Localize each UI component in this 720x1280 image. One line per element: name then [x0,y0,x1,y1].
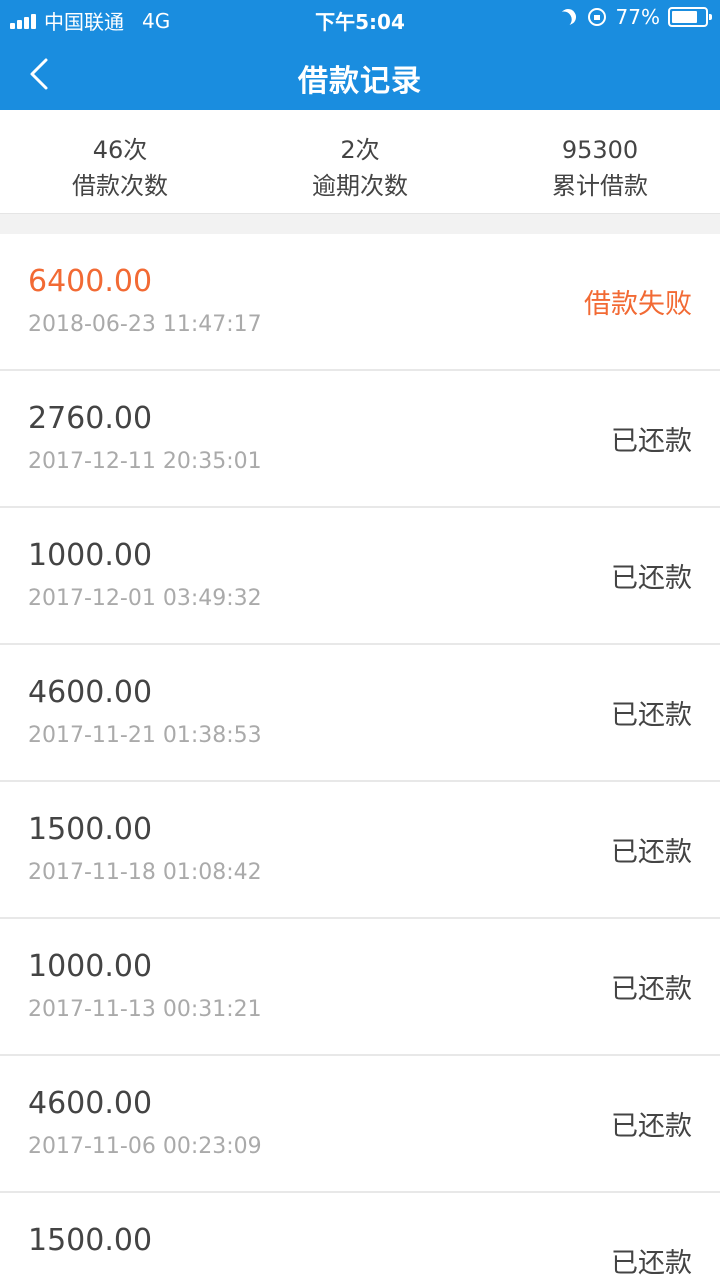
summary-total-amount: 95300 累计借款 [480,132,720,204]
summary-loan-count: 46次 借款次数 [0,132,240,204]
loan-date: 2017-11-06 00:23:09 [28,1134,262,1159]
loan-record-row[interactable]: 1000.00 2017-11-13 00:31:21 已还款 [0,919,720,1056]
loan-record-row[interactable]: 6400.00 2018-06-23 11:47:17 借款失败 [0,234,720,371]
loan-amount: 4600.00 [28,1086,153,1121]
loan-amount: 2760.00 [28,401,153,436]
summary-value: 46次 [92,136,148,164]
loan-record-row[interactable]: 4600.00 2017-11-21 01:38:53 已还款 [0,645,720,782]
loan-record-list: 6400.00 2018-06-23 11:47:17 借款失败 2760.00… [0,234,720,1280]
loan-status: 已还款 [611,563,692,594]
summary-value: 2次 [340,136,380,164]
loan-date: 2017-11-21 01:38:53 [28,723,262,748]
loan-amount: 1000.00 [28,538,153,573]
loan-status: 已还款 [611,1111,692,1142]
loan-date: 2017-12-11 20:35:01 [28,449,262,474]
loan-status: 已还款 [611,1248,692,1279]
loan-record-row[interactable]: 4600.00 2017-11-06 00:23:09 已还款 [0,1056,720,1193]
loan-record-row[interactable]: 2760.00 2017-12-11 20:35:01 已还款 [0,371,720,508]
status-bar: 中国联通 4G 下午5:04 77% [0,0,720,36]
battery-percent: 77% [615,5,660,29]
rotation-lock-icon [587,8,606,26]
battery-icon [668,7,712,27]
loan-record-row[interactable]: 1500.00 已还款 [0,1193,720,1280]
loan-date: 2017-12-01 03:49:32 [28,586,262,611]
summary-label: 逾期次数 [312,172,408,200]
loan-status: 已还款 [611,700,692,731]
loan-amount: 1000.00 [28,949,153,984]
summary-label: 借款次数 [72,172,168,200]
summary-label: 累计借款 [552,172,648,200]
summary-value: 95300 [561,136,639,164]
nav-bar: 借款记录 [0,40,720,110]
loan-date: 2018-06-23 11:47:17 [28,312,262,337]
loan-date: 2017-11-13 00:31:21 [28,997,262,1022]
loan-amount: 4600.00 [28,675,153,710]
loan-amount: 6400.00 [28,264,153,299]
loan-amount: 1500.00 [28,812,153,847]
summary-overdue-count: 2次 逾期次数 [240,132,480,204]
loan-status: 已还款 [611,837,692,868]
loan-date: 2017-11-18 01:08:42 [28,860,262,885]
loan-record-row[interactable]: 1500.00 2017-11-18 01:08:42 已还款 [0,782,720,919]
loan-status: 已还款 [611,974,692,1005]
loan-record-row[interactable]: 1000.00 2017-12-01 03:49:32 已还款 [0,508,720,645]
loan-amount: 1500.00 [28,1223,153,1258]
loan-summary: 46次 借款次数 2次 逾期次数 95300 累计借款 [0,110,720,214]
loan-status: 借款失败 [584,289,692,320]
top-bar: 中国联通 4G 下午5:04 77% 借款记录 [0,0,720,110]
page-title: 借款记录 [298,64,422,99]
loan-status: 已还款 [611,426,692,457]
moon-icon [557,6,579,28]
